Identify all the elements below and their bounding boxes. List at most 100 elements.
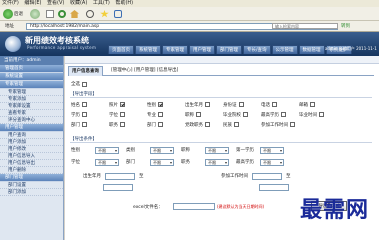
export-field[interactable]: 姓名 <box>71 100 109 109</box>
export-field[interactable]: 党政职务 <box>185 120 223 129</box>
check-all-checkbox[interactable] <box>82 81 87 87</box>
sidebar-section-experts[interactable]: 专家管理 <box>0 81 63 89</box>
export-field[interactable]: 民族 <box>223 120 261 129</box>
menu-file[interactable]: 文件(F) <box>0 0 21 7</box>
sidebar-item[interactable]: 查看专家 <box>0 110 63 117</box>
birth-to-input[interactable] <box>103 184 133 191</box>
field-checkbox[interactable] <box>243 112 248 117</box>
topnav-users[interactable]: 用户管理 <box>189 45 215 54</box>
field-checkbox[interactable] <box>158 112 163 117</box>
sidebar-item[interactable]: 部门添加 <box>0 189 63 196</box>
sidebar-item[interactable]: 专家添加 <box>0 96 63 103</box>
check-all[interactable]: 全选 <box>71 81 87 87</box>
work-from-input[interactable] <box>252 172 282 180</box>
topnav-query[interactable]: 专长/查询 <box>243 45 271 54</box>
sidebar-item[interactable]: 评分查询中心 <box>0 117 63 124</box>
export-field[interactable]: 学位 <box>109 110 147 119</box>
tab-user-query[interactable]: 用户信息查询 <box>68 66 103 76</box>
work-to-input[interactable] <box>259 184 289 191</box>
export-field[interactable]: 参加工作时间 <box>261 120 299 129</box>
topnav-experts[interactable]: 专家管理 <box>162 45 188 54</box>
export-field[interactable]: 性别 <box>147 100 185 109</box>
sidebar-item[interactable]: 用户信息导入 <box>0 153 63 160</box>
field-checkbox[interactable] <box>158 122 163 127</box>
field-checkbox[interactable] <box>319 112 324 117</box>
export-field[interactable]: 毕业院校 <box>223 110 261 119</box>
field-checkbox[interactable] <box>120 112 125 117</box>
topnav-home[interactable]: 页面首页 <box>108 45 134 54</box>
export-field[interactable]: 电话 <box>261 100 299 109</box>
menu-help[interactable]: 帮助(H) <box>113 0 135 7</box>
export-field[interactable] <box>337 120 375 129</box>
cond-select[interactable]: 不限 <box>260 158 284 166</box>
birth-from-input[interactable] <box>105 172 135 180</box>
cond-select[interactable]: 不限 <box>205 158 229 166</box>
topnav-data[interactable]: 数据管理 <box>298 45 325 54</box>
favorites-icon[interactable] <box>100 10 109 18</box>
stop-icon[interactable] <box>46 10 54 18</box>
export-field[interactable]: 出生年月 <box>185 100 223 109</box>
cond-select[interactable]: 不限 <box>95 146 119 154</box>
topnav-publicity[interactable]: 公示管理 <box>271 45 298 54</box>
cond-select[interactable]: 不限 <box>95 158 119 166</box>
field-checkbox[interactable] <box>82 122 87 127</box>
sidebar-section-home[interactable]: 管理首页 <box>0 65 63 73</box>
sidebar-item[interactable]: 专家管理 <box>0 89 63 96</box>
field-checkbox[interactable] <box>238 102 244 107</box>
export-field[interactable]: 职称 <box>185 110 223 119</box>
field-checkbox[interactable] <box>310 102 315 107</box>
forward-icon[interactable] <box>30 9 40 19</box>
topnav-departments[interactable]: 部门管理 <box>216 45 242 54</box>
export-field[interactable]: 部门 <box>71 120 109 129</box>
sidebar-section-settings[interactable]: 系统设置 <box>0 73 63 81</box>
cond-select[interactable]: 不限 <box>150 158 174 166</box>
cond-select[interactable]: 不限 <box>260 146 284 154</box>
menu-edit[interactable]: 编辑(E) <box>22 0 43 7</box>
menu-favorites[interactable]: 收藏(A) <box>68 0 89 7</box>
cond-select[interactable]: 不限 <box>205 146 229 154</box>
go-button[interactable]: 转到 <box>341 23 350 29</box>
export-field[interactable]: 最高学历 <box>261 110 299 119</box>
cond-select[interactable]: 不限 <box>150 146 174 154</box>
back-icon[interactable] <box>3 9 13 19</box>
sidebar-item[interactable]: 用户信息导出 <box>0 160 63 167</box>
search-icon[interactable] <box>86 10 94 18</box>
export-field[interactable]: 学历 <box>71 110 109 119</box>
menu-tools[interactable]: 工具(T) <box>91 0 112 7</box>
export-field[interactable]: 身份证 <box>223 100 261 109</box>
sidebar-item[interactable]: 专家库设置 <box>0 103 63 110</box>
field-checkbox[interactable] <box>290 122 295 127</box>
sidebar-item[interactable]: 用户查询 <box>0 132 63 139</box>
back-label[interactable]: 后退 <box>14 11 23 17</box>
browser-search-input[interactable]: 输入检索内容 <box>272 23 338 29</box>
field-checkbox[interactable] <box>234 122 239 127</box>
field-checkbox[interactable] <box>120 122 125 127</box>
sidebar-item[interactable]: 部门设置 <box>0 182 63 189</box>
topnav-system[interactable]: 系统管理 <box>135 45 161 54</box>
export-field[interactable]: 毕业时间 <box>299 110 337 119</box>
field-checkbox[interactable] <box>272 102 277 107</box>
field-checkbox[interactable] <box>120 102 125 107</box>
export-field[interactable]: 照片 <box>109 100 147 109</box>
export-field[interactable]: 部门 <box>147 120 185 129</box>
history-icon[interactable] <box>114 10 122 18</box>
field-checkbox[interactable] <box>205 122 210 127</box>
sidebar-item[interactable]: 用户修改 <box>0 146 63 153</box>
refresh-icon[interactable] <box>58 10 66 18</box>
export-field[interactable] <box>337 100 375 109</box>
export-field[interactable]: 职务 <box>109 120 147 129</box>
sidebar-section-users[interactable]: 用户管理 <box>0 124 63 132</box>
menu-view[interactable]: 查看(V) <box>45 0 66 7</box>
field-checkbox[interactable] <box>281 112 286 117</box>
home-icon[interactable] <box>70 10 79 18</box>
field-checkbox[interactable] <box>158 102 163 107</box>
field-checkbox[interactable] <box>205 102 210 107</box>
field-checkbox[interactable] <box>82 112 87 117</box>
export-field[interactable]: 邮箱 <box>299 100 337 109</box>
sidebar-item[interactable]: 用户添加 <box>0 139 63 146</box>
export-field[interactable]: 专业 <box>147 110 185 119</box>
export-field[interactable] <box>299 120 337 129</box>
field-checkbox[interactable] <box>196 112 201 117</box>
sidebar-section-departments[interactable]: 部门管理 <box>0 174 63 182</box>
excel-filename-input[interactable] <box>173 203 215 210</box>
